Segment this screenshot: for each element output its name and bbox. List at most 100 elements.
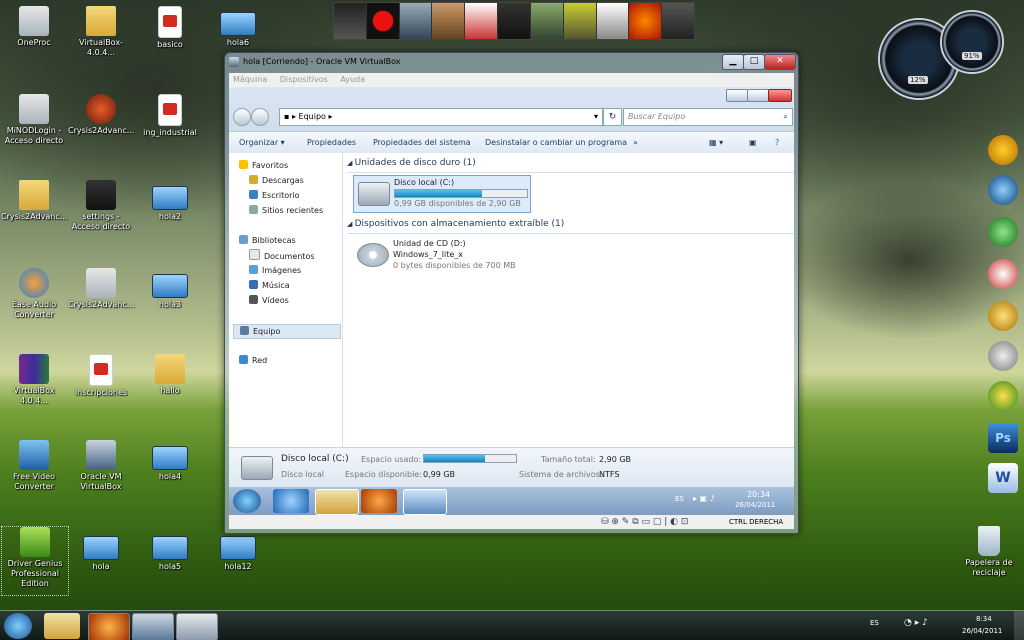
show-desktop-button[interactable] bbox=[1014, 611, 1024, 640]
guest-lang[interactable]: ES bbox=[675, 495, 684, 503]
desktop-icon-crysis2-setup[interactable]: Crysis2Advanc... bbox=[68, 268, 134, 310]
desktop-icon-ease-audio[interactable]: Ease Audio Converter bbox=[1, 268, 67, 320]
nav-escritorio[interactable]: Escritorio bbox=[249, 189, 300, 202]
desktop-icon-hola4[interactable]: hola4 bbox=[137, 440, 203, 482]
desktop-icon-recycle-bin[interactable]: Papelera de reciclaje bbox=[956, 526, 1022, 578]
nav-bibliotecas[interactable]: Bibliotecas bbox=[239, 234, 296, 247]
guest-close-button[interactable] bbox=[768, 89, 792, 102]
media-player-icon[interactable] bbox=[361, 489, 397, 513]
desktop-icon-hola5[interactable]: hola5 bbox=[137, 530, 203, 572]
browser-icon[interactable] bbox=[988, 259, 1018, 289]
drive-c-item[interactable]: Disco local (C:) 0,99 GB disponibles de … bbox=[353, 175, 531, 213]
desktop-icon-virtualbox-folder[interactable]: VirtualBox-4.0.4... bbox=[68, 6, 134, 58]
portal-icon[interactable] bbox=[596, 3, 630, 39]
host-lang[interactable]: ES bbox=[870, 619, 879, 627]
view-options-icon[interactable]: ▦ ▾ bbox=[709, 132, 723, 154]
device-status-icons[interactable]: ⛁ ⊕ ✎ ⧉ ▭ ▢ | ◐ ⊡ bbox=[601, 515, 688, 529]
desktop-icon-driver-genius[interactable]: Driver Genius Professional Edition bbox=[1, 526, 69, 596]
group-header-removable[interactable]: ◢ Dispositivos con almacenamiento extraí… bbox=[347, 219, 794, 234]
menu-ayuda[interactable]: Ayuda bbox=[340, 75, 365, 84]
firefox-icon[interactable] bbox=[88, 613, 130, 640]
minimize-button[interactable]: ▁ bbox=[722, 54, 744, 70]
nav-favorites[interactable]: Favoritos bbox=[239, 159, 288, 172]
forward-button[interactable] bbox=[251, 108, 269, 126]
word-icon[interactable]: W bbox=[988, 463, 1018, 493]
character-icon[interactable] bbox=[432, 3, 466, 39]
desktop-icon-basico[interactable]: basico bbox=[137, 6, 203, 50]
desktop-icon-hola12[interactable]: hola12 bbox=[205, 530, 271, 572]
desktop-icon-inscripciones[interactable]: inscripciones bbox=[68, 354, 134, 398]
nav-videos[interactable]: Vídeos bbox=[249, 294, 289, 307]
dropdown-arrow-icon[interactable]: ▾ bbox=[594, 109, 598, 125]
refresh-icon[interactable]: ↻ bbox=[603, 108, 622, 126]
address-bar[interactable]: ▪ ▸ Equipo ▸ ▾ bbox=[279, 108, 603, 126]
properties-button[interactable]: Propiedades bbox=[307, 132, 356, 154]
desktop-icon-virtualbox-rar[interactable]: VirtualBox 4.0.4... bbox=[1, 354, 67, 406]
arrow-app-icon[interactable] bbox=[988, 175, 1018, 205]
desktop-icon-oracle-vm[interactable]: Oracle VM VirtualBox bbox=[68, 440, 134, 492]
maximize-button[interactable]: □ bbox=[743, 54, 765, 70]
search-icon[interactable]: ⌕ bbox=[784, 109, 788, 125]
control-panel-icon[interactable] bbox=[403, 489, 447, 515]
battlefield-icon[interactable] bbox=[662, 3, 694, 39]
desktop-icon-free-video-converter[interactable]: Free Video Converter bbox=[1, 440, 67, 492]
compass-icon[interactable] bbox=[988, 341, 1018, 371]
host-tray-icons[interactable]: ◔ ▸ ♪ bbox=[904, 618, 928, 628]
photoshop-icon[interactable]: Ps bbox=[988, 423, 1018, 453]
guest-start-button[interactable] bbox=[233, 489, 261, 513]
virtualbox-window[interactable]: hola [Corriendo] - Oracle VM VirtualBox … bbox=[224, 52, 799, 534]
desktop-icon-crysis2-1[interactable]: Crysis2Advanc... bbox=[68, 94, 134, 136]
desktop-icon-crysis2-folder[interactable]: Crysis2Advanc... bbox=[1, 180, 67, 222]
menu-dispositivos[interactable]: Dispositivos bbox=[280, 75, 328, 84]
desktop-icon-ing-industrial[interactable]: ing_industrial bbox=[137, 94, 203, 138]
desktop-icon-hola3[interactable]: hola3 bbox=[137, 268, 203, 310]
system-properties-button[interactable]: Propiedades del sistema bbox=[373, 132, 471, 154]
messenger-icon[interactable] bbox=[988, 217, 1018, 247]
cpu-meter-gadget[interactable]: 12% 91% bbox=[876, 10, 1024, 105]
desktop-icon-oneproc[interactable]: OneProc bbox=[1, 6, 67, 48]
game-launcher-bar[interactable] bbox=[333, 2, 695, 40]
guest-tray-icons[interactable]: ▸ ▣ ♪ bbox=[693, 494, 715, 503]
guest-minimize-button[interactable] bbox=[726, 89, 748, 102]
desktop-icon-hola[interactable]: hola bbox=[68, 530, 134, 572]
desktop-icon-hola6[interactable]: hola6 bbox=[205, 6, 271, 48]
start-button[interactable] bbox=[4, 613, 32, 639]
player-icon[interactable] bbox=[465, 3, 499, 39]
menu-maquina[interactable]: Máquina bbox=[233, 75, 267, 84]
desktop-icon-hallo[interactable]: hallo bbox=[137, 354, 203, 396]
pes-icon[interactable] bbox=[498, 3, 531, 39]
desktop-icon-hola2[interactable]: hola2 bbox=[137, 180, 203, 222]
back-button[interactable] bbox=[233, 108, 251, 126]
nav-sitios-recientes[interactable]: Sitios recientes bbox=[249, 204, 323, 217]
desktop-icon-settings[interactable]: settings - Acceso directo bbox=[68, 180, 134, 232]
explorer-taskbar-icon[interactable] bbox=[315, 489, 359, 515]
nav-red[interactable]: Red bbox=[239, 354, 267, 367]
group-header-hdd[interactable]: ◢ Unidades de disco duro (1) bbox=[347, 158, 794, 173]
halo-icon[interactable] bbox=[530, 3, 564, 39]
desktop-icon-minodlogin[interactable]: MiNODLogin - Acceso directo bbox=[1, 94, 67, 146]
red-circles-icon[interactable] bbox=[366, 3, 400, 39]
explorer-pinned-icon[interactable] bbox=[44, 613, 80, 639]
search-input[interactable]: Buscar Equipo ⌕ bbox=[623, 108, 793, 126]
nav-imagenes[interactable]: Imágenes bbox=[249, 264, 301, 277]
preview-pane-icon[interactable]: ▣ bbox=[749, 132, 757, 154]
more-commands-button[interactable]: » bbox=[633, 132, 638, 154]
orange-disc-icon[interactable] bbox=[629, 3, 663, 39]
xbox-icon[interactable] bbox=[988, 381, 1018, 411]
nav-musica[interactable]: Música bbox=[249, 279, 290, 292]
guest-maximize-button[interactable] bbox=[747, 89, 769, 102]
crysis-icon[interactable] bbox=[399, 3, 433, 39]
nav-descargas[interactable]: Descargas bbox=[249, 174, 304, 187]
nav-equipo[interactable]: Equipo bbox=[233, 324, 341, 339]
nav-documentos[interactable]: Documentos bbox=[249, 249, 315, 262]
virtualbox-title-bar[interactable]: hola [Corriendo] - Oracle VM VirtualBox … bbox=[225, 53, 798, 73]
uninstall-program-button[interactable]: Desinstalar o cambiar un programa bbox=[485, 132, 627, 154]
guest-screen[interactable]: ▪ ▸ Equipo ▸ ▾ ↻ Buscar Equipo ⌕ Organiz… bbox=[229, 87, 794, 515]
drive-d-item[interactable]: Unidad de CD (D:) Windows_7_lite_x 0 byt… bbox=[353, 237, 533, 277]
virtualbox-taskbar-icon[interactable] bbox=[132, 613, 174, 640]
gold-app-icon[interactable] bbox=[988, 301, 1018, 331]
biohazard-icon[interactable] bbox=[563, 3, 597, 39]
help-icon[interactable]: ? bbox=[775, 132, 779, 154]
need-for-speed-icon[interactable] bbox=[334, 3, 367, 39]
organize-button[interactable]: Organizar ▾ bbox=[239, 132, 285, 154]
